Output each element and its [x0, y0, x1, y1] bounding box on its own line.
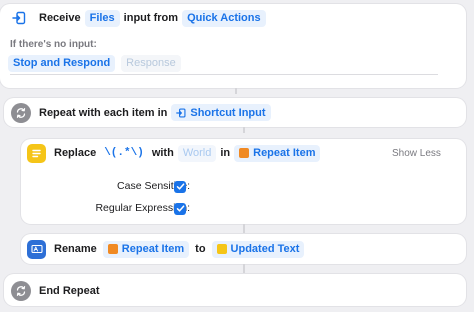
- updated-text-variable-icon: [216, 244, 227, 254]
- end-repeat-title: End Repeat: [39, 284, 100, 297]
- receive-label: Receive: [39, 12, 81, 24]
- no-input-label: If there's no input:: [10, 39, 97, 50]
- rename-item-label: Repeat Item: [121, 243, 185, 255]
- repeat-title: Repeat with each item in: [39, 106, 168, 119]
- flow-connector: [235, 88, 237, 94]
- replace-action-card[interactable]: Replace \(.*\) with World in Repeat Item…: [21, 139, 466, 224]
- repeat-input-label: Shortcut Input: [190, 106, 266, 119]
- input-from-label: input from: [123, 12, 179, 24]
- repeat-icon: [11, 280, 31, 301]
- rename-icon: [27, 239, 46, 259]
- repeat-input-token[interactable]: Shortcut Input: [171, 104, 271, 121]
- repeat-action-card[interactable]: Repeat with each item in Shortcut Input: [4, 98, 466, 127]
- checkmark-icon: [176, 183, 184, 190]
- receive-action-card[interactable]: Receive Files input from Quick Actions I…: [0, 4, 466, 88]
- regular-expression-checkbox[interactable]: [174, 202, 186, 215]
- with-label: with: [151, 147, 174, 159]
- text-document-icon: [27, 143, 46, 163]
- replacement-field[interactable]: World: [177, 144, 217, 162]
- replace-target-token[interactable]: Repeat Item: [234, 144, 321, 162]
- new-name-label: Updated Text: [230, 243, 300, 255]
- rename-action-card[interactable]: Rename Repeat Item to Updated Text: [21, 234, 466, 264]
- replace-target-label: Repeat Item: [253, 147, 316, 159]
- show-less-button[interactable]: Show Less: [392, 148, 441, 159]
- repeat-item-variable-icon: [239, 148, 250, 158]
- checkmark-icon: [176, 205, 184, 212]
- flow-connector: [243, 224, 245, 234]
- case-sensitive-checkbox[interactable]: [174, 180, 186, 193]
- repeat-icon: [11, 102, 31, 123]
- replace-label: Replace: [54, 147, 97, 159]
- repeat-item-variable-icon: [107, 244, 118, 254]
- to-label: to: [195, 243, 206, 255]
- input-type-token[interactable]: Files: [84, 9, 120, 27]
- input-source-token[interactable]: Quick Actions: [182, 9, 266, 27]
- rename-label: Rename: [54, 243, 97, 255]
- stop-and-respond-token[interactable]: Stop and Respond: [8, 54, 116, 72]
- end-repeat-card[interactable]: End Repeat: [4, 274, 466, 306]
- receive-divider: [10, 74, 438, 75]
- rename-item-token[interactable]: Repeat Item: [102, 240, 190, 258]
- new-name-token[interactable]: Updated Text: [211, 240, 305, 258]
- flow-connector: [243, 264, 245, 274]
- regex-pattern-field[interactable]: \(.*\): [104, 147, 144, 159]
- in-label: in: [220, 147, 231, 159]
- flow-connector: [243, 127, 245, 133]
- response-field[interactable]: Response: [121, 54, 181, 72]
- shortcut-input-icon: [176, 108, 186, 117]
- receive-input-icon: [10, 9, 28, 27]
